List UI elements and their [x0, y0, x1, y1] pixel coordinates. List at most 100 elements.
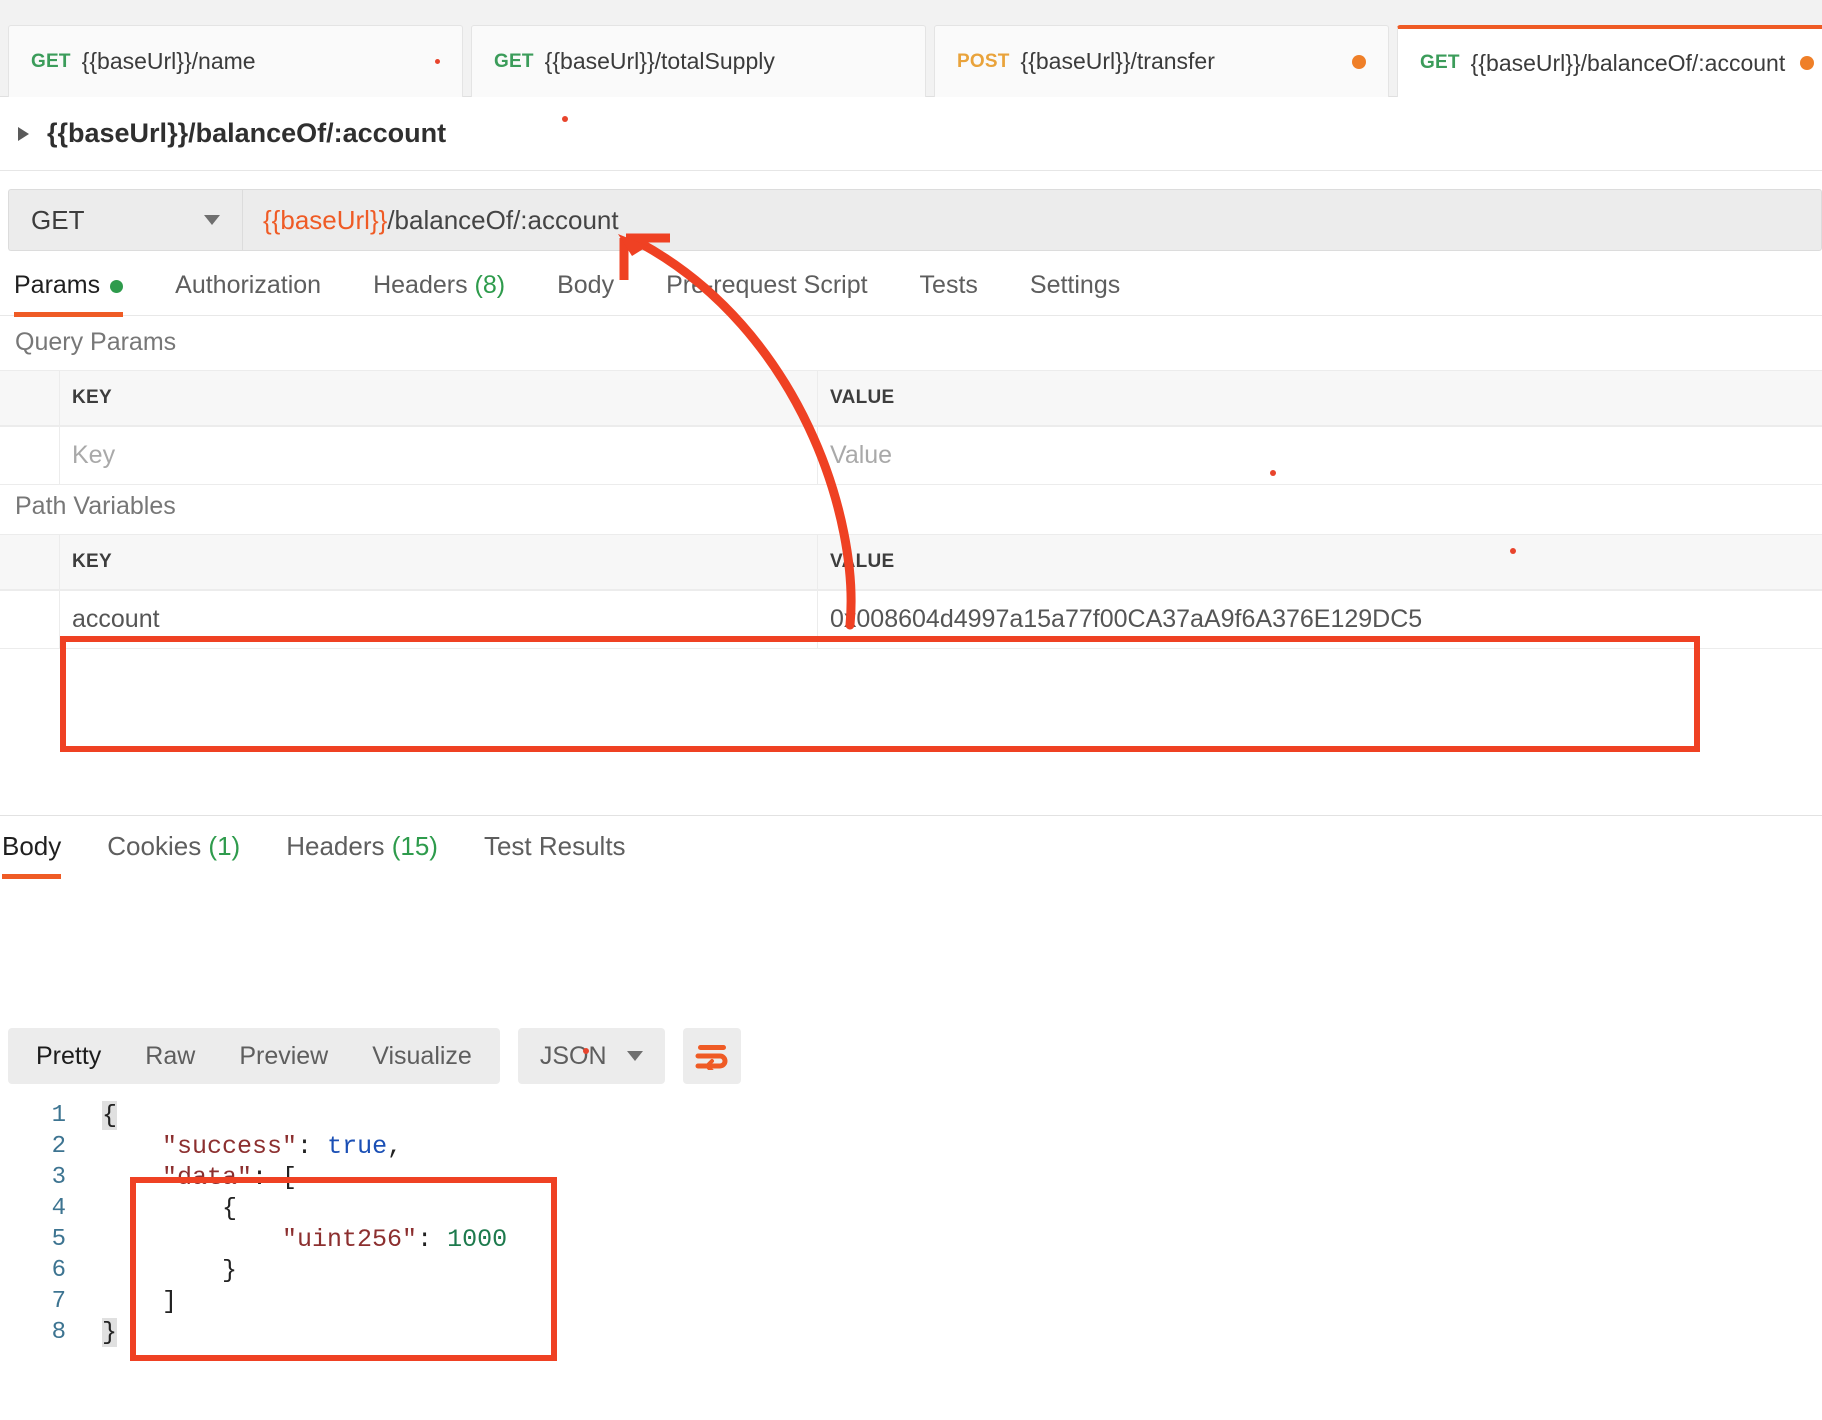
- code-token: }: [102, 1318, 118, 1347]
- tab-label: Params: [14, 271, 101, 299]
- line-number: 4: [51, 1195, 66, 1222]
- tab-method-label: GET: [1420, 52, 1460, 73]
- line-number: 7: [51, 1288, 66, 1315]
- response-tab-headers[interactable]: Headers (15): [286, 831, 438, 877]
- tab-label: Test Results: [483, 831, 626, 861]
- stray-dot: [562, 116, 568, 122]
- row-gutter: [0, 371, 60, 425]
- request-section-tabs: Params Authorization Headers (8) Body Pre-re…: [0, 258, 1822, 317]
- column-header-key: KEY: [60, 371, 818, 425]
- request-tab-params[interactable]: Params: [14, 271, 124, 317]
- tab-name-label: {{baseUrl}}/transfer: [1020, 48, 1215, 74]
- param-key-text: Key: [72, 441, 116, 469]
- code-line: 6 }: [0, 1255, 1822, 1286]
- url-bar-container: GET {{baseUrl}}/balanceOf/:account: [0, 170, 1822, 255]
- code-token: :: [297, 1132, 328, 1161]
- view-mode-preview[interactable]: Preview: [217, 1042, 350, 1071]
- view-mode-visualize[interactable]: Visualize: [350, 1042, 494, 1071]
- params-present-indicator: [110, 279, 124, 293]
- tab-label: Body: [2, 831, 62, 861]
- code-line: 5 "uint256": 1000: [0, 1224, 1822, 1255]
- url-input[interactable]: {{baseUrl}}/balanceOf/:account: [242, 189, 1822, 251]
- response-tab-test-results[interactable]: Test Results: [484, 831, 626, 877]
- view-mode-pretty[interactable]: Pretty: [14, 1042, 123, 1071]
- request-tab-3[interactable]: POST {{baseUrl}}/transfer: [934, 25, 1389, 97]
- tab-name-label: {{baseUrl}}/balanceOf/:account: [1470, 49, 1786, 76]
- tab-name-label: {{baseUrl}}/name: [81, 48, 256, 74]
- page-title: {{baseUrl}}/balanceOf/:account: [47, 118, 447, 148]
- tab-unsaved-indicator: [435, 59, 440, 64]
- chevron-down-icon: [626, 1051, 643, 1061]
- response-tab-body[interactable]: Body: [2, 831, 62, 879]
- request-tab-authorization[interactable]: Authorization: [175, 271, 321, 315]
- tab-label: Headers: [286, 831, 385, 861]
- expand-caret-icon[interactable]: [18, 126, 29, 141]
- response-tab-cookies[interactable]: Cookies (1): [107, 831, 240, 877]
- row-gutter: [0, 535, 60, 589]
- line-number: 3: [51, 1164, 66, 1191]
- line-number: 5: [51, 1226, 66, 1253]
- tab-label: Tests: [919, 271, 978, 299]
- request-tab-1[interactable]: GET {{baseUrl}}/name: [8, 25, 463, 97]
- url-path: /balanceOf/:account: [387, 204, 619, 235]
- table-row: account 0x008604d4997a15a77f00CA37aA9f6A3…: [0, 590, 1822, 649]
- response-format-select[interactable]: JSON: [517, 1028, 665, 1084]
- table-row: Key Value: [0, 426, 1822, 485]
- param-value-input[interactable]: 0x008604d4997a15a77f00CA37aA9f6A376E129D…: [818, 591, 1822, 648]
- http-method-select[interactable]: GET: [8, 189, 242, 251]
- code-token: ]: [102, 1287, 178, 1316]
- line-number: 2: [51, 1133, 66, 1160]
- wrap-lines-button[interactable]: [682, 1028, 741, 1084]
- request-header: {{baseUrl}}/balanceOf/:account: [0, 97, 1822, 170]
- code-text: "success": true,: [102, 1132, 402, 1161]
- request-tab-body[interactable]: Body: [557, 271, 614, 315]
- response-format-value: JSON: [539, 1041, 607, 1070]
- code-line: 3 "data": [: [0, 1162, 1822, 1193]
- code-token: 1000: [447, 1225, 508, 1254]
- param-key-input[interactable]: Key: [60, 427, 818, 484]
- code-text: {: [102, 1194, 237, 1223]
- request-tab-pre-request-script[interactable]: Pre-request Script: [666, 271, 867, 315]
- column-header-value: VALUE: [830, 551, 895, 572]
- code-text: {: [102, 1101, 118, 1130]
- tab-count: (8): [474, 271, 506, 299]
- url-variable: {{baseUrl}}: [263, 204, 388, 235]
- url-bar: GET {{baseUrl}}/balanceOf/:account: [8, 189, 1822, 251]
- view-mode-raw[interactable]: Raw: [123, 1042, 217, 1071]
- path-variables-highlight-annotation: [60, 636, 1700, 752]
- param-key-input[interactable]: account: [60, 591, 818, 648]
- code-token: "uint256": [282, 1225, 418, 1254]
- request-tab-2[interactable]: GET {{baseUrl}}/totalSupply: [471, 25, 926, 97]
- row-checkbox-cell[interactable]: [0, 427, 60, 484]
- request-tab-4[interactable]: GET {{baseUrl}}/balanceOf/:account: [1397, 25, 1822, 97]
- code-text: "uint256": 1000: [102, 1225, 507, 1254]
- row-checkbox-cell[interactable]: [0, 591, 60, 648]
- request-tab-headers[interactable]: Headers (8): [373, 271, 505, 315]
- code-text: "data": [: [102, 1163, 297, 1192]
- query-params-table: KEY VALUE Key Value: [0, 370, 1822, 485]
- code-token: "data": [162, 1163, 253, 1192]
- param-value-text: Value: [830, 441, 893, 469]
- request-tab-tests[interactable]: Tests: [920, 271, 978, 315]
- path-variables-label: Path Variables: [15, 492, 176, 520]
- tab-label: Settings: [1029, 271, 1121, 299]
- tab-method-label: GET: [31, 50, 71, 72]
- column-header-value: VALUE: [830, 387, 895, 408]
- postman-app-window: GET {{baseUrl}}/name GET {{baseUrl}}/totalS…: [0, 0, 1822, 1420]
- code-line: 8}: [0, 1317, 1822, 1348]
- tab-label: Pre-request Script: [666, 271, 868, 299]
- line-number: 6: [51, 1257, 66, 1284]
- request-tab-settings[interactable]: Settings: [1030, 271, 1120, 315]
- response-view-mode-group: Pretty Raw Preview Visualize: [8, 1028, 500, 1084]
- stray-dot: [1510, 548, 1516, 554]
- response-body-code[interactable]: 1{2 "success": true, 3 "data": [4 {5 "uin…: [0, 1100, 1822, 1420]
- tab-count: (1): [201, 831, 241, 861]
- code-token: ,: [387, 1132, 403, 1161]
- code-text: ]: [102, 1287, 177, 1316]
- param-value-input[interactable]: Value: [818, 427, 1822, 484]
- tab-unsaved-indicator: [1800, 56, 1814, 70]
- code-line: 7 ]: [0, 1286, 1822, 1317]
- response-section-tabs: Body Cookies (1) Headers (15) Test Results: [0, 815, 1822, 879]
